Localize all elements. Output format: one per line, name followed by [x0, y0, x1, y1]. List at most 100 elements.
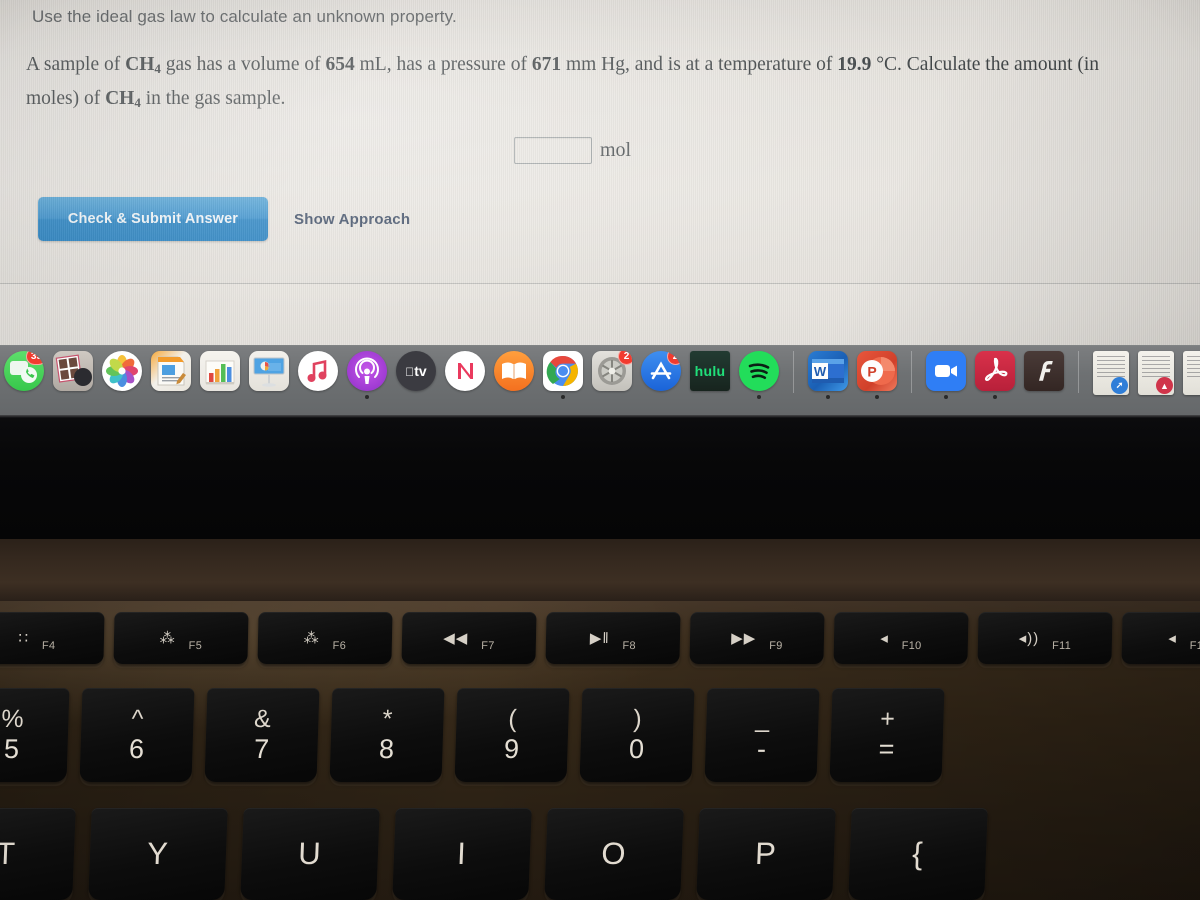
key-5-base: 5	[3, 734, 20, 764]
dock-item-spotify[interactable]	[737, 351, 781, 399]
key-p[interactable]: P	[696, 808, 836, 900]
dock-item-flash[interactable]	[1022, 351, 1066, 399]
key-f5-symbol: ⁂	[159, 629, 176, 647]
key-u[interactable]: U	[240, 808, 380, 900]
key-6[interactable]: ^ 6	[79, 688, 195, 782]
key-5[interactable]: % 5	[0, 688, 70, 782]
key-5-shift: %	[0, 705, 25, 733]
key-f6[interactable]: ⁂ F6	[257, 612, 393, 664]
keynote-icon	[249, 351, 289, 391]
dock-item-music[interactable]	[296, 351, 340, 399]
keyboard-number-row: % 5 ^ 6 & 7 * 8 ( 9 ) 0 _ - + =	[0, 688, 945, 782]
dock-item-messages[interactable]: 35	[2, 351, 46, 399]
news-n-glyph	[458, 363, 473, 379]
key-o[interactable]: O	[544, 808, 684, 900]
keynote-podium-glyph	[253, 357, 285, 387]
answer-input[interactable]	[514, 137, 592, 164]
key-f9-fast-forward[interactable]: ▶▶ F9	[689, 612, 825, 664]
key-t[interactable]: T	[0, 808, 76, 900]
key-f7-rewind[interactable]: ◀◀ F7	[401, 612, 537, 664]
key-t-label: T	[0, 836, 17, 871]
laptop-screen-bezel	[0, 415, 1200, 539]
dock-item-chrome[interactable]	[541, 351, 585, 399]
news-icon	[445, 351, 485, 391]
word-icon: W	[808, 351, 848, 391]
dock-item-system-preferences[interactable]: 2	[590, 351, 634, 399]
pressure-value: 671	[531, 54, 562, 75]
app-store-badge: 2	[667, 351, 681, 365]
key-minus-base: -	[756, 734, 767, 764]
dock-item-powerpoint[interactable]: P	[855, 351, 899, 399]
dock-separator-2	[911, 351, 912, 393]
key-9[interactable]: ( 9	[454, 688, 570, 782]
dock-document-pdf[interactable]: ▲	[1136, 351, 1176, 399]
dock-item-acrobat[interactable]	[973, 351, 1017, 399]
volume-value: 654	[325, 54, 355, 75]
podcasts-antenna-glyph	[355, 357, 379, 384]
photos-pinwheel-glyph	[106, 355, 138, 387]
system-preferences-icon: 2	[592, 351, 632, 391]
key-minus[interactable]: _ -	[704, 688, 820, 782]
books-icon	[494, 351, 534, 391]
show-approach-button[interactable]: Show Approach	[294, 211, 410, 228]
dock-document-plain[interactable]	[1181, 351, 1200, 399]
key-f6-symbol: ⁂	[303, 629, 320, 647]
key-equals[interactable]: + =	[829, 688, 945, 782]
dock-document-safari[interactable]: ➚	[1091, 351, 1131, 399]
dock-item-zoom[interactable]	[924, 351, 968, 399]
problem-text-part2: gas has a volume of	[160, 54, 326, 75]
dock-item-podcasts[interactable]	[345, 351, 389, 399]
key-9-shift: (	[507, 705, 518, 733]
key-8-base: 8	[378, 734, 395, 764]
key-7[interactable]: & 7	[204, 688, 320, 782]
key-bracket-left[interactable]: {	[848, 808, 988, 900]
key-y[interactable]: Y	[88, 808, 228, 900]
dock-item-apple-tv[interactable]: tv	[394, 351, 438, 399]
key-8-shift: *	[382, 705, 393, 733]
hulu-icon: hulu	[690, 351, 730, 391]
powerpoint-slide-glyph: P	[861, 357, 895, 385]
check-and-submit-answer-button[interactable]: Check & Submit Answer	[38, 197, 268, 241]
key-p-label: P	[754, 836, 778, 871]
dock-running-dot	[826, 395, 830, 399]
fast-forward-icon: ▶▶	[731, 629, 757, 647]
browser-screen-content: Use the ideal gas law to calculate an un…	[0, 0, 1200, 345]
temperature-value: 19.9	[837, 54, 872, 75]
key-f10-mute[interactable]: ◂ F10	[833, 612, 969, 664]
key-6-base: 6	[128, 734, 145, 764]
itunes-icon	[298, 351, 338, 391]
dock-item-word[interactable]: W	[806, 351, 850, 399]
dock-item-app-store[interactable]: 2	[639, 351, 683, 399]
key-0[interactable]: ) 0	[579, 688, 695, 782]
key-i[interactable]: I	[392, 808, 532, 900]
key-8[interactable]: * 8	[329, 688, 445, 782]
key-f12-volume-up[interactable]: ◂ F12	[1121, 612, 1200, 664]
app-store-icon: 2	[641, 351, 681, 391]
key-f5[interactable]: ⁂ F5	[113, 612, 249, 664]
pages-icon	[151, 351, 191, 391]
key-f11-volume-down[interactable]: ◂)) F11	[977, 612, 1113, 664]
apple-tv-icon: tv	[396, 351, 436, 391]
play-pause-icon: ▶‖	[589, 629, 610, 647]
dock-item-hulu[interactable]: hulu	[688, 351, 732, 399]
key-f4[interactable]: ∷ F4	[0, 612, 105, 664]
dock-running-dot	[944, 395, 948, 399]
dock-item-photos[interactable]	[100, 351, 144, 399]
key-f8-play-pause[interactable]: ▶‖ F8	[545, 612, 681, 664]
photo-booth-strip-glyph	[55, 354, 92, 386]
dock-item-keynote[interactable]	[247, 351, 291, 399]
dock-item-books[interactable]	[492, 351, 536, 399]
key-7-shift: &	[253, 705, 272, 733]
dock-item-photo-booth[interactable]	[51, 351, 95, 399]
dock-item-numbers[interactable]	[198, 351, 242, 399]
key-minus-shift: _	[755, 705, 770, 733]
dock-item-pages[interactable]	[149, 351, 193, 399]
dock-item-news[interactable]	[443, 351, 487, 399]
key-6-shift: ^	[131, 705, 144, 733]
formula-ch4-second: CH4	[105, 88, 141, 110]
spotify-icon	[739, 351, 779, 391]
mute-icon: ◂	[880, 629, 890, 647]
key-0-base: 0	[628, 734, 645, 764]
document-thumbnail-pdf: ▲	[1138, 351, 1174, 395]
key-f8-label: F8	[622, 640, 637, 652]
